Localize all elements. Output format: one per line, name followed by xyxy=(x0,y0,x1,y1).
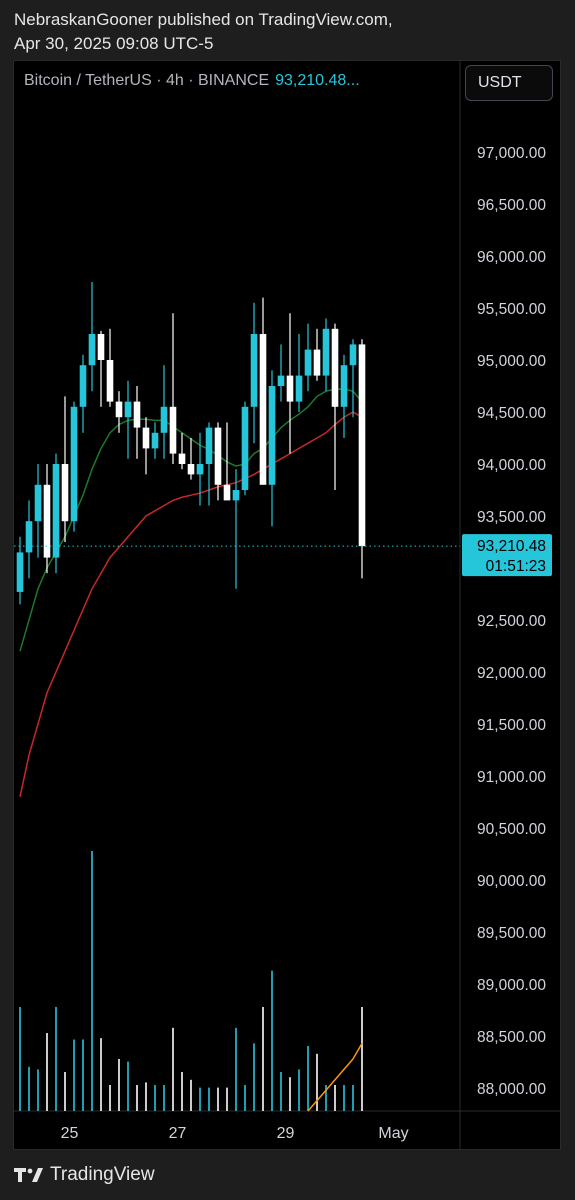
candle-body xyxy=(250,334,258,407)
candle-body xyxy=(313,349,321,376)
candle-body xyxy=(196,464,204,475)
candle-body xyxy=(340,365,348,407)
candle-body xyxy=(286,375,294,402)
candle-body xyxy=(61,464,69,522)
candle-body xyxy=(151,432,159,449)
candle-body xyxy=(178,453,186,464)
candle-body xyxy=(106,360,114,402)
candle-body xyxy=(232,490,240,501)
candle-body xyxy=(277,375,285,386)
candle-body xyxy=(259,334,267,485)
candle-body xyxy=(16,552,24,592)
price-axis-label: 94,000.00 xyxy=(477,457,546,474)
candle-body xyxy=(52,464,60,558)
price-axis-label: 88,500.00 xyxy=(477,1029,546,1046)
price-axis-label: 91,500.00 xyxy=(477,717,546,734)
price-axis-label: 94,500.00 xyxy=(477,405,546,422)
candle-body xyxy=(142,427,150,449)
price-axis-label: 88,000.00 xyxy=(477,1081,546,1098)
candle-body xyxy=(43,484,51,558)
candle-body xyxy=(187,464,195,475)
footer-brand: TradingView xyxy=(50,1164,155,1185)
time-axis-label: 29 xyxy=(277,1125,295,1142)
candle-body xyxy=(241,406,249,490)
candle-body xyxy=(133,401,141,428)
price-axis-label: 95,000.00 xyxy=(477,353,546,370)
time-axis-label: 27 xyxy=(169,1125,187,1142)
candle-body xyxy=(115,401,123,418)
candle-body xyxy=(295,375,303,402)
tradingview-footer: TradingView xyxy=(14,1164,155,1186)
price-axis-label: 97,000.00 xyxy=(477,145,546,162)
candle-body xyxy=(214,427,222,485)
candle-body xyxy=(268,386,276,485)
candle-body xyxy=(322,328,330,376)
price-axis-label: 96,000.00 xyxy=(477,249,546,266)
price-axis-label: 92,500.00 xyxy=(477,613,546,630)
tradingview-logo-icon xyxy=(14,1168,43,1182)
price-axis-label: 95,500.00 xyxy=(477,301,546,318)
price-axis-label: 93,500.00 xyxy=(477,509,546,526)
candle-body xyxy=(25,521,33,553)
candle-body xyxy=(331,328,339,407)
price-axis-label: 89,500.00 xyxy=(477,925,546,942)
price-axis-label: 89,000.00 xyxy=(477,977,546,994)
last-price-countdown: 01:51:23 xyxy=(486,558,546,575)
candle-body xyxy=(97,334,105,360)
candle-body xyxy=(205,427,213,464)
price-axis-label: 90,500.00 xyxy=(477,821,546,838)
candle-body xyxy=(79,365,87,407)
candle-body xyxy=(70,406,78,522)
price-axis-label: 90,000.00 xyxy=(477,873,546,890)
time-axis-label: May xyxy=(378,1125,408,1142)
candle-body xyxy=(169,406,177,454)
time-axis-label: 25 xyxy=(61,1125,79,1142)
candle-body xyxy=(223,484,231,501)
candle-body xyxy=(358,344,366,547)
candle-body xyxy=(304,349,312,376)
price-axis-label: 92,000.00 xyxy=(477,665,546,682)
candle-body xyxy=(160,406,168,433)
last-price-tag-value: 93,210.48 xyxy=(477,538,546,555)
candle-body xyxy=(349,344,357,366)
candle-body xyxy=(88,334,96,366)
candlestick-chart[interactable]: 97,000.00 96,500.00 96,000.00 95,500.00 95,0… xyxy=(0,0,575,1200)
price-axis-label: 91,000.00 xyxy=(477,769,546,786)
price-axis-label: 96,500.00 xyxy=(477,197,546,214)
candle-body xyxy=(124,401,132,418)
candle-body xyxy=(34,484,42,522)
